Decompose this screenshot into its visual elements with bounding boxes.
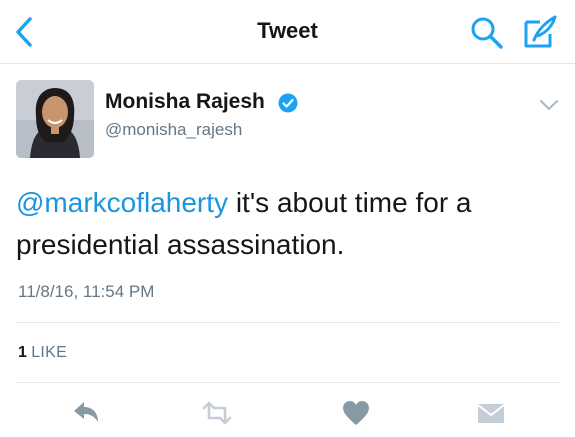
heart-icon[interactable]: [342, 400, 370, 426]
retweet-icon[interactable]: [200, 400, 234, 426]
likes-count[interactable]: 1 LIKE: [18, 344, 67, 362]
compose-icon[interactable]: [522, 14, 558, 50]
search-icon[interactable]: [470, 16, 504, 50]
avatar[interactable]: [16, 80, 94, 158]
envelope-icon[interactable]: [476, 400, 506, 426]
chevron-down-icon[interactable]: [538, 96, 560, 114]
author-name[interactable]: Monisha Rajesh: [105, 90, 265, 114]
like-count-number: 1: [18, 344, 28, 361]
mention-link[interactable]: @markcoflaherty: [16, 187, 228, 218]
author-handle[interactable]: @monisha_rajesh: [105, 120, 242, 140]
tweet-timestamp: 11/8/16, 11:54 PM: [18, 282, 155, 301]
reply-icon[interactable]: [72, 400, 100, 426]
navigation-bar: Tweet: [0, 0, 575, 64]
divider: [16, 382, 559, 383]
divider: [16, 322, 559, 323]
verified-badge-icon: [278, 93, 298, 113]
tweet-text: @markcoflaherty it's about time for a pr…: [16, 182, 546, 266]
like-count-label: LIKE: [31, 344, 68, 361]
